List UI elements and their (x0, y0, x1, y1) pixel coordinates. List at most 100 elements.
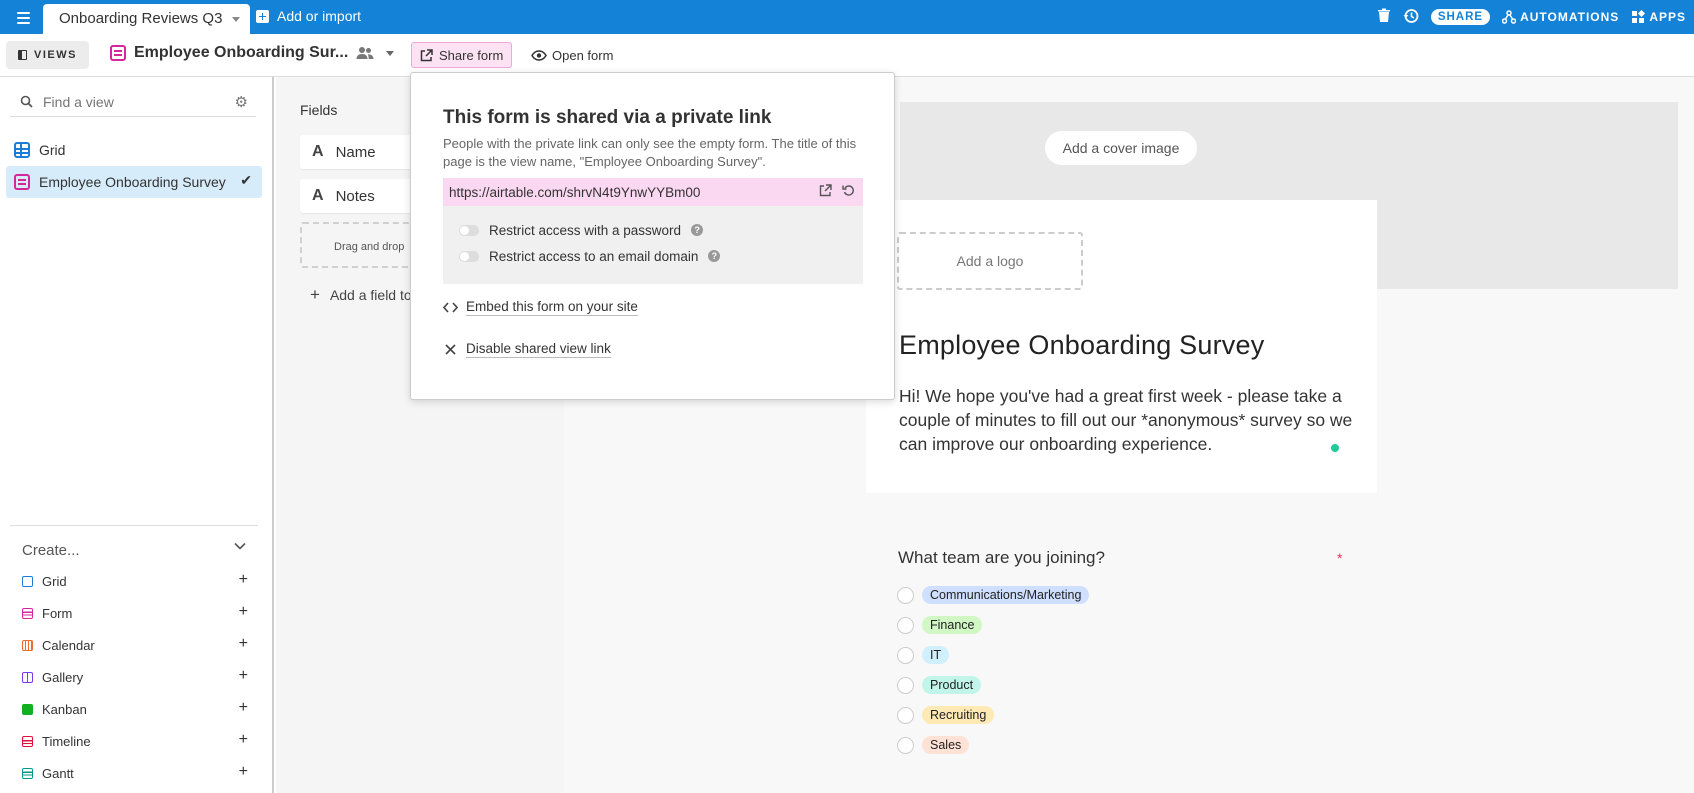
plus-icon[interactable]: + (239, 635, 248, 653)
trash-icon[interactable] (1377, 8, 1391, 26)
radio-button[interactable] (897, 676, 914, 694)
code-icon (443, 302, 458, 313)
question-label[interactable]: What team are you joining? (898, 548, 1105, 568)
gantt-view-icon (22, 767, 33, 779)
history-icon[interactable] (1403, 8, 1419, 27)
create-kanban-item[interactable]: Kanban + (22, 699, 248, 719)
automations-button[interactable]: AUTOMATIONS (1502, 10, 1619, 24)
add-logo-button[interactable]: Add a logo (897, 232, 1083, 290)
plus-icon: + (310, 285, 320, 304)
find-view-field[interactable]: ⚙ (10, 87, 256, 117)
fields-panel-title: Fields (300, 102, 338, 118)
create-item-label: Gallery (42, 669, 84, 685)
add-field-label: Add a field to (329, 287, 412, 303)
create-section-header[interactable]: Create... (10, 542, 258, 559)
base-name-tab[interactable]: Onboarding Reviews Q3 (43, 4, 251, 34)
create-gantt-item[interactable]: Gantt + (22, 763, 248, 783)
apps-label: APPS (1649, 10, 1686, 24)
find-view-input[interactable] (43, 93, 223, 110)
password-restriction-label: Restrict access with a password (489, 222, 682, 238)
option-it[interactable]: IT (897, 645, 950, 665)
create-item-label: Form (42, 605, 73, 621)
email-restriction-row: Restrict access to an email domain ? (459, 247, 721, 265)
share-button[interactable]: SHARE (1430, 9, 1491, 25)
create-view-section: Create... (10, 525, 258, 559)
grid-view-icon (14, 142, 30, 158)
top-bar: Onboarding Reviews Q3 Add or import SHAR… (0, 0, 1694, 34)
radio-button[interactable] (897, 616, 914, 634)
radio-button[interactable] (897, 646, 914, 664)
option-label: Recruiting (922, 706, 995, 724)
automations-icon (1502, 10, 1517, 24)
form-view-icon (14, 174, 30, 190)
plus-icon[interactable]: + (239, 571, 248, 589)
views-toggle-button[interactable]: VIEWS (6, 41, 89, 69)
views-sidebar: ⚙ Grid Employee Onboarding Survey ✔ Crea… (0, 77, 274, 793)
open-form-button[interactable]: Open form (531, 42, 613, 68)
create-grid-item[interactable]: Grid + (22, 571, 248, 591)
password-toggle[interactable] (459, 224, 479, 236)
chevron-down-icon[interactable] (386, 50, 395, 56)
radio-button[interactable] (897, 586, 914, 604)
create-label: Create... (22, 542, 80, 559)
view-toolbar: VIEWS Employee Onboarding Sur... (0, 34, 1694, 77)
option-label: IT (922, 646, 950, 664)
sidebar-item-employee-onboarding-survey[interactable]: Employee Onboarding Survey ✔ (6, 166, 262, 198)
option-finance[interactable]: Finance (897, 615, 983, 635)
option-recruiting[interactable]: Recruiting (897, 705, 995, 725)
external-link-icon[interactable] (819, 184, 832, 197)
gear-icon[interactable]: ⚙ (235, 93, 248, 111)
create-gallery-item[interactable]: Gallery + (22, 667, 248, 687)
sidebar-item-grid[interactable]: Grid (6, 134, 262, 166)
view-item-label: Employee Onboarding Survey (39, 174, 226, 190)
option-product[interactable]: Product (897, 675, 982, 695)
regenerate-link-icon[interactable] (842, 184, 855, 197)
plus-icon[interactable]: + (239, 667, 248, 685)
create-item-label: Grid (42, 573, 67, 589)
apps-icon (1632, 10, 1646, 23)
help-icon[interactable]: ? (708, 250, 721, 262)
create-timeline-item[interactable]: Timeline + (22, 731, 248, 751)
option-label: Product (922, 676, 982, 694)
create-item-label: Kanban (42, 701, 87, 717)
embed-form-link[interactable]: Embed this form on your site (443, 299, 638, 316)
external-link-icon (420, 48, 433, 61)
add-cover-image-button[interactable]: Add a cover image (1045, 131, 1197, 165)
option-label: Finance (922, 616, 983, 634)
chevron-down-icon[interactable] (232, 17, 241, 22)
create-item-label: Calendar (42, 637, 95, 653)
add-or-import-button[interactable]: Add or import (256, 8, 361, 24)
form-title[interactable]: Employee Onboarding Survey (899, 330, 1264, 361)
help-icon[interactable]: ? (691, 224, 704, 236)
radio-button[interactable] (897, 736, 914, 754)
add-field-button[interactable]: + Add a field to (310, 285, 412, 305)
share-link-field[interactable]: https://airtable.com/shrvN4t9YnwYYBm00 (443, 178, 863, 206)
disable-link-button[interactable]: Disable shared view link (443, 341, 611, 358)
form-description[interactable]: Hi! We hope you've had a great first wee… (899, 384, 1359, 456)
plus-icon[interactable]: + (239, 699, 248, 717)
calendar-view-icon (22, 639, 33, 651)
share-form-popover: This form is shared via a private link P… (410, 72, 895, 400)
plus-icon[interactable]: + (239, 603, 248, 621)
kanban-view-icon (22, 703, 33, 715)
email-domain-toggle[interactable] (459, 250, 479, 262)
plus-icon[interactable]: + (239, 731, 248, 749)
share-form-label: Share form (439, 47, 504, 63)
create-item-label: Gantt (42, 765, 74, 781)
open-form-label: Open form (552, 47, 614, 63)
share-link-url[interactable]: https://airtable.com/shrvN4t9YnwYYBm00 (449, 185, 700, 200)
plus-icon[interactable]: + (239, 763, 248, 781)
current-view-selector[interactable]: Employee Onboarding Sur... (110, 44, 395, 62)
create-form-item[interactable]: Form + (22, 603, 248, 623)
option-communications-marketing[interactable]: Communications/Marketing (897, 585, 1090, 605)
views-label: VIEWS (34, 49, 77, 61)
disable-link-label: Disable shared view link (466, 341, 611, 358)
hamburger-menu-icon[interactable] (10, 8, 36, 28)
create-calendar-item[interactable]: Calendar + (22, 635, 248, 655)
checkmark-icon: ✔ (240, 172, 252, 188)
radio-button[interactable] (897, 706, 914, 724)
option-sales[interactable]: Sales (897, 735, 970, 755)
apps-button[interactable]: APPS (1631, 10, 1686, 24)
sidebar-toggle-icon (18, 50, 27, 60)
share-form-button[interactable]: Share form (411, 42, 513, 68)
